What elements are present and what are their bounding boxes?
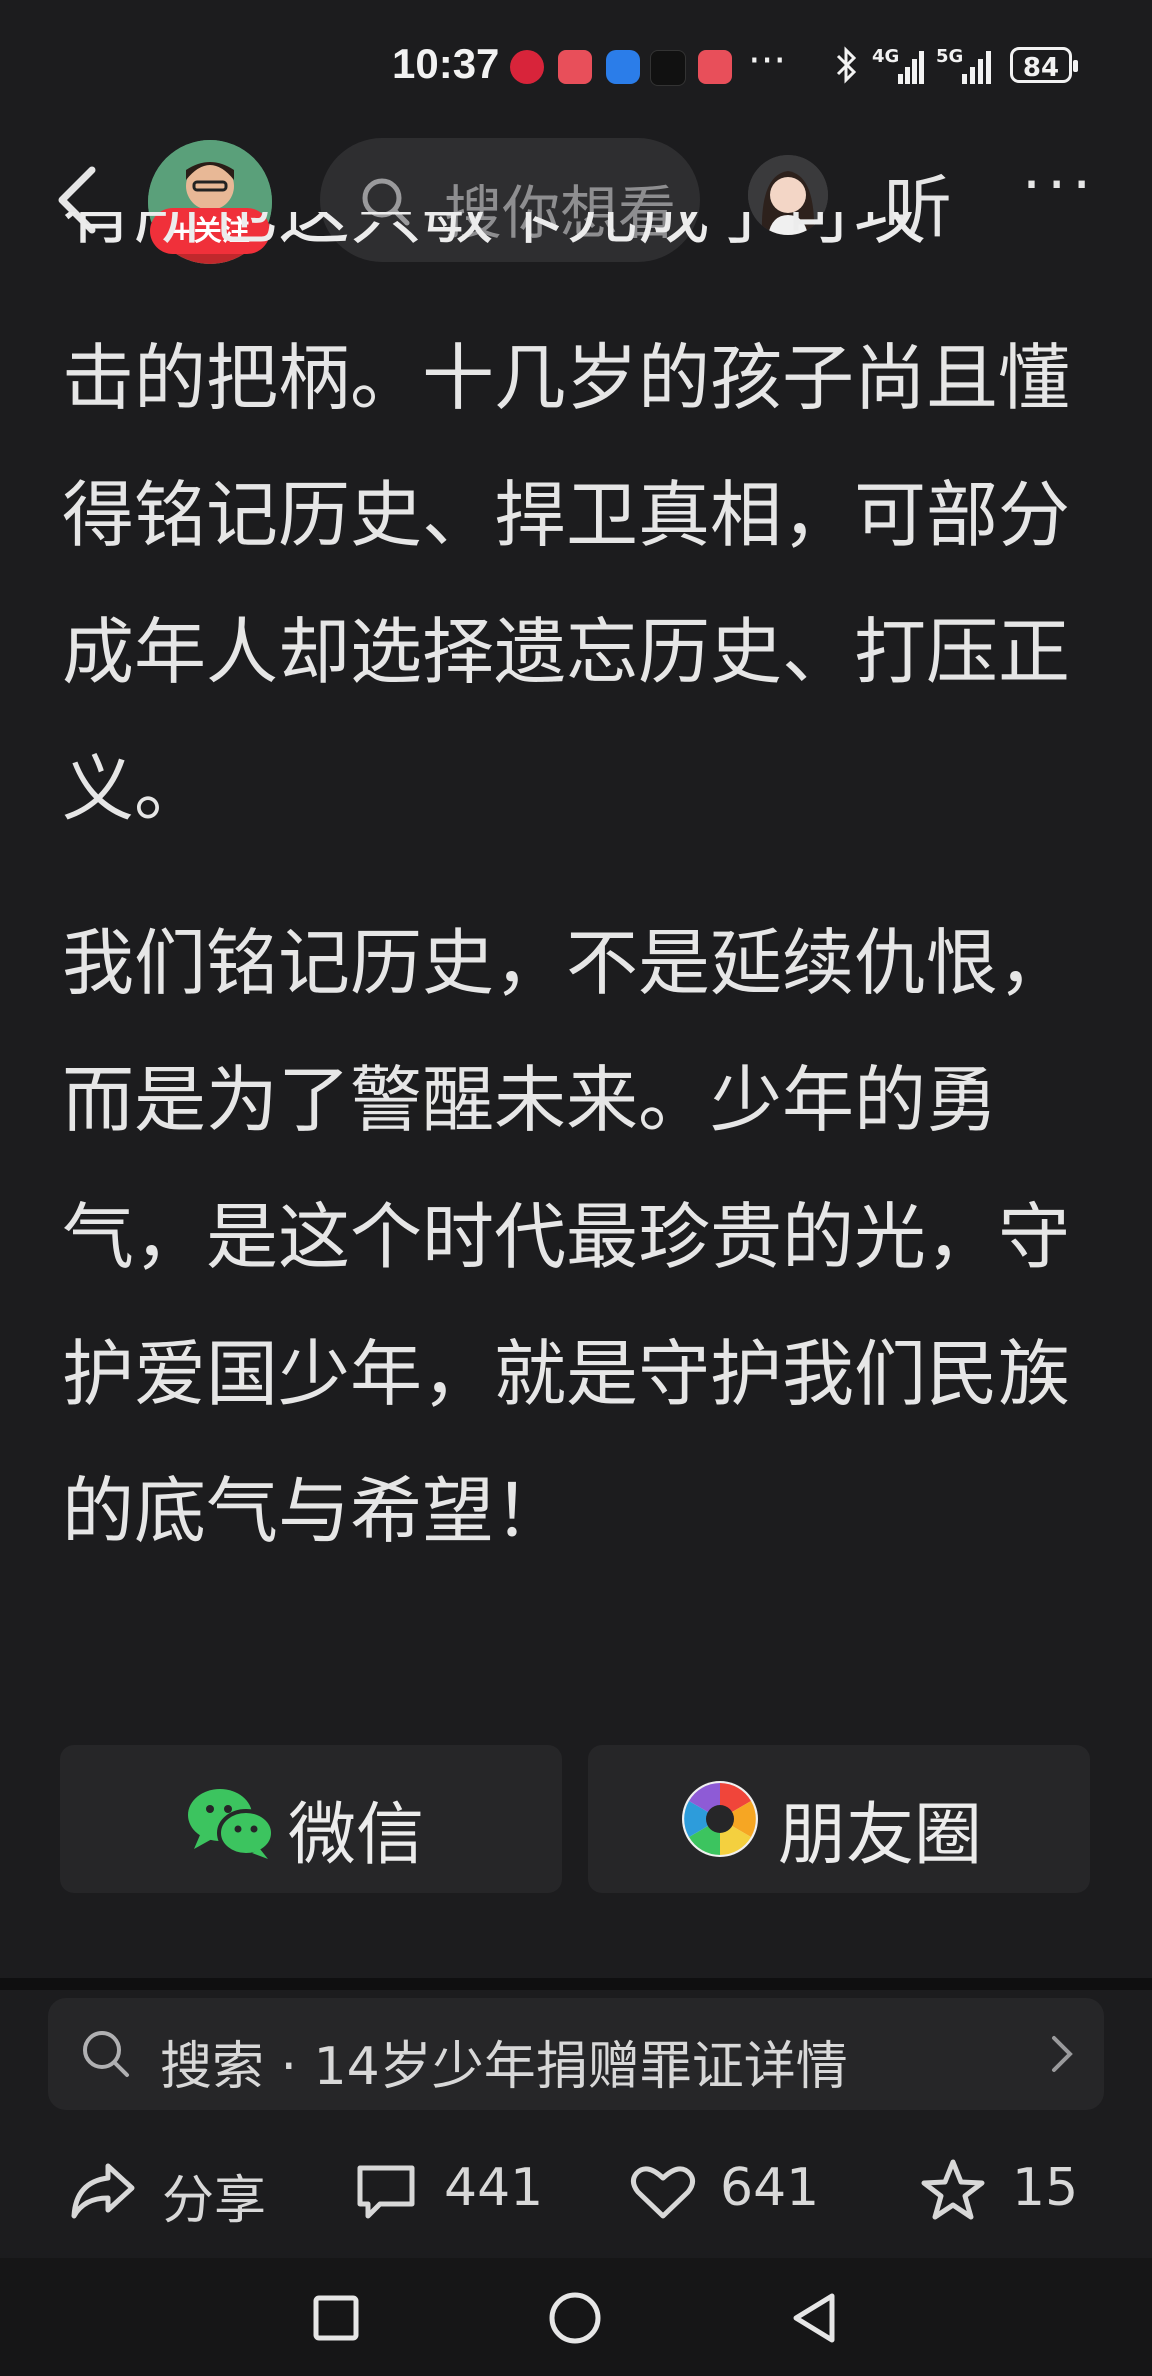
more-options-button[interactable]: ··· [1022, 150, 1097, 220]
like-count: 641 [720, 2158, 820, 2218]
system-navigation-bar [0, 2258, 1152, 2376]
bottom-bar: 搜索 · 14岁少年捐赠罪证详情 分享 441 641 15 [0, 1990, 1152, 2258]
share-action[interactable]: 分享 [70, 2140, 270, 2240]
share-wechat-button[interactable]: 微信 [60, 1745, 562, 1893]
signal-icon [898, 51, 924, 84]
app-icon-tiktok [650, 50, 686, 86]
bluetooth-icon [836, 46, 857, 84]
related-search-text: 搜索 · 14岁少年捐赠罪证详情 [160, 2037, 848, 2097]
share-label: 分享 [162, 2171, 267, 2231]
back-button[interactable] [790, 2292, 838, 2344]
related-search-bar[interactable]: 搜索 · 14岁少年捐赠罪证详情 [48, 1998, 1104, 2110]
status-bar: 10:37 ··· 4G 5G 84 [0, 0, 1152, 130]
more-notifications-icon: ··· [748, 38, 787, 84]
favorite-count: 15 [1012, 2158, 1079, 2218]
network-type-1: 4G [872, 46, 900, 67]
comment-count: 441 [444, 2158, 544, 2218]
heart-icon [630, 2166, 696, 2219]
app-icon-reader-2 [698, 50, 732, 84]
like-action[interactable]: 641 [630, 2140, 830, 2240]
share-moments-button[interactable]: 朋友圈 [588, 1745, 1090, 1893]
app-icon-news [510, 50, 544, 84]
favorite-action[interactable]: 15 [920, 2140, 1090, 2240]
article-paragraph: 击的把柄。十几岁的孩子尚且懂得铭记历史、捍卫真相，可部分成年人却选择遗忘历史、打… [62, 336, 1071, 831]
home-button[interactable] [548, 2291, 602, 2345]
app-icon-reader [558, 50, 592, 84]
comment-action[interactable]: 441 [354, 2140, 554, 2240]
article-paragraph: 我们铭记历史，不是延续仇恨，而是为了警醒未来。少年的勇气，是这个时代最珍贵的光，… [62, 921, 1071, 1553]
article-partial-text: 有所也这只敏卡元成了可攻 [62, 212, 927, 254]
moments-icon [682, 1781, 758, 1857]
action-bar: 分享 441 641 15 [0, 2140, 1152, 2240]
wechat-icon [188, 1789, 275, 1859]
section-divider [0, 1978, 1152, 1990]
comment-icon [357, 2165, 415, 2219]
share-wechat-label: 微信 [288, 1796, 425, 1875]
status-time: 10:37 [392, 40, 500, 87]
chevron-right-icon [1052, 2036, 1073, 2072]
search-icon [83, 2031, 129, 2077]
app-icon-shield [606, 50, 640, 84]
share-arrow-icon [71, 2163, 135, 2219]
recent-apps-button[interactable] [312, 2294, 360, 2342]
share-moments-label: 朋友圈 [778, 1796, 983, 1875]
network-type-2: 5G [936, 46, 964, 67]
star-icon [921, 2159, 985, 2220]
signal-icon-2 [962, 51, 991, 84]
battery-icon: 84 [1010, 47, 1078, 83]
article-partial-line: 有所也这只敏卡元成了可攻 [62, 212, 1092, 270]
